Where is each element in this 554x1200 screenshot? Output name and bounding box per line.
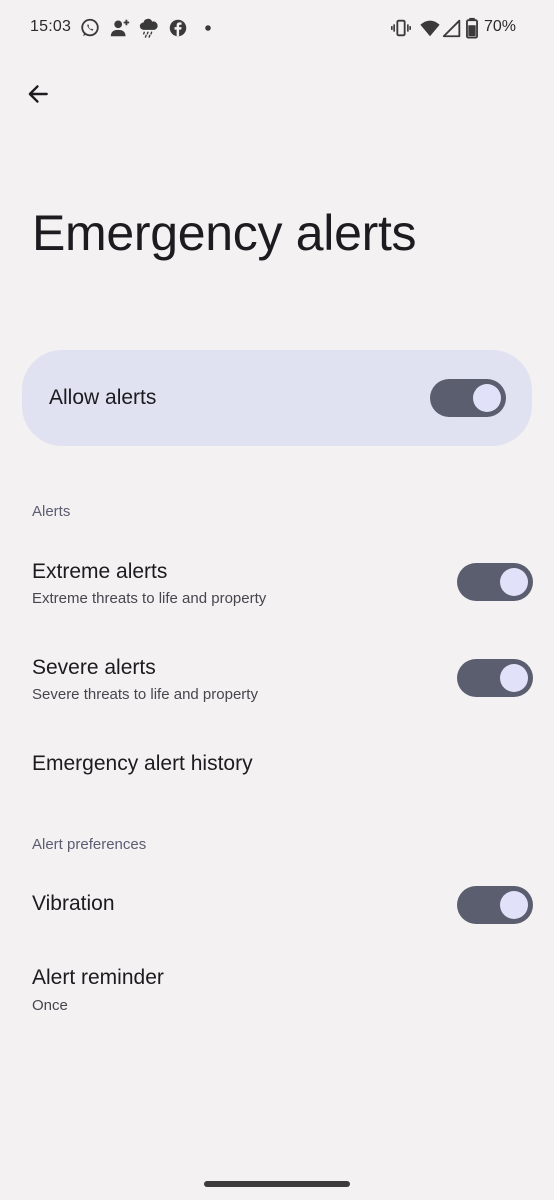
allow-alerts-switch[interactable] <box>430 379 506 417</box>
dot-icon <box>197 17 219 39</box>
emergency-alert-history-row[interactable]: Emergency alert history <box>0 734 554 798</box>
switch-knob <box>500 568 528 596</box>
battery-percentage: 70% <box>484 18 517 35</box>
weather-rain-icon <box>138 17 160 39</box>
cellular-signal-icon <box>441 17 463 39</box>
alert-reminder-row[interactable]: Alert reminder Once <box>0 951 554 1031</box>
severe-alerts-title: Severe alerts <box>32 656 156 679</box>
alert-reminder-title: Alert reminder <box>32 966 164 989</box>
arrow-back-icon <box>28 85 48 103</box>
emergency-alert-history-title: Emergency alert history <box>32 752 253 775</box>
vibration-switch[interactable] <box>457 886 533 924</box>
section-header-alerts: Alerts <box>32 503 71 520</box>
extreme-alerts-switch[interactable] <box>457 563 533 601</box>
allow-alerts-label: Allow alerts <box>49 386 157 409</box>
extreme-alerts-row[interactable]: Extreme alerts Extreme threats to life a… <box>0 545 554 627</box>
facebook-icon <box>167 17 189 39</box>
extreme-alerts-title: Extreme alerts <box>32 560 168 583</box>
wifi-icon <box>419 17 441 39</box>
extreme-alerts-subtitle: Extreme threats to life and property <box>32 590 267 607</box>
status-bar: 15:03 70% <box>0 0 554 56</box>
severe-alerts-switch[interactable] <box>457 659 533 697</box>
person-add-icon <box>109 17 131 39</box>
alert-reminder-value: Once <box>32 997 68 1014</box>
severe-alerts-row[interactable]: Severe alerts Severe threats to life and… <box>0 641 554 723</box>
gesture-nav-handle[interactable] <box>204 1181 350 1187</box>
switch-knob <box>500 664 528 692</box>
page-title: Emergency alerts <box>32 205 417 261</box>
vibration-title: Vibration <box>32 892 115 915</box>
whatsapp-icon <box>79 17 101 39</box>
vibration-row[interactable]: Vibration <box>0 872 554 936</box>
section-header-alert-preferences: Alert preferences <box>32 836 147 853</box>
switch-knob <box>500 891 528 919</box>
allow-alerts-card[interactable]: Allow alerts <box>22 350 532 446</box>
emergency-alerts-screen: 15:03 70% Emergency alerts Allow alerts … <box>0 0 554 1200</box>
back-button[interactable] <box>18 74 58 114</box>
vibrate-icon <box>390 17 412 39</box>
status-time: 15:03 <box>30 18 72 35</box>
switch-knob <box>473 384 501 412</box>
severe-alerts-subtitle: Severe threats to life and property <box>32 686 258 703</box>
battery-icon <box>463 17 481 39</box>
